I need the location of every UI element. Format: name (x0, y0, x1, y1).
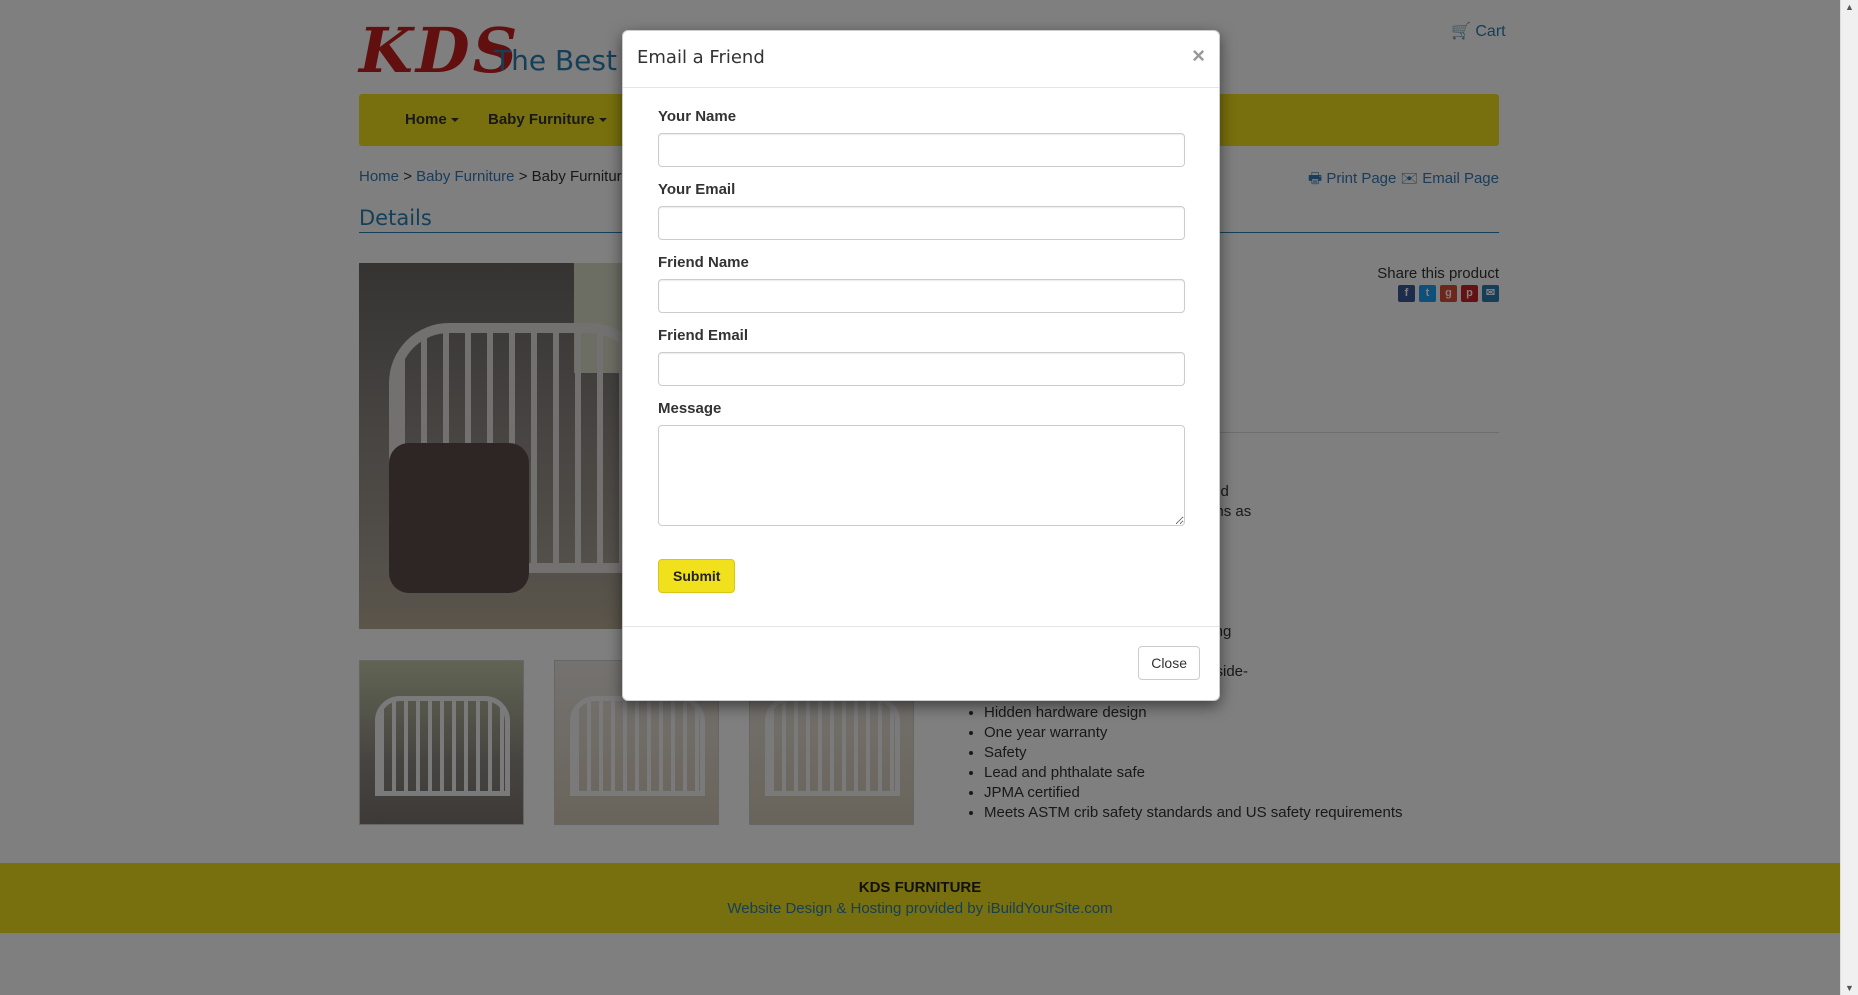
your-email-input[interactable] (658, 206, 1185, 240)
email-friend-modal: Email a Friend × Your Name Your Email Fr… (622, 30, 1220, 701)
friend-email-input[interactable] (658, 352, 1185, 386)
your-name-label: Your Name (658, 108, 737, 125)
modal-footer: Close (623, 626, 1219, 700)
friend-name-label: Friend Name (658, 254, 749, 271)
modal-title: Email a Friend (637, 47, 765, 68)
your-name-input[interactable] (658, 133, 1185, 167)
modal-body: Your Name Your Email Friend Name Friend … (623, 88, 1219, 593)
message-label: Message (658, 400, 722, 417)
form-group: Your Email (658, 181, 1185, 240)
friend-email-label: Friend Email (658, 327, 749, 344)
scrollbar[interactable]: ▲ ▼ (1840, 0, 1858, 995)
close-icon[interactable]: × (1192, 43, 1205, 69)
scroll-down-icon[interactable]: ▼ (1845, 983, 1854, 993)
form-group: Friend Name (658, 254, 1185, 313)
form-group: Your Name (658, 108, 1185, 167)
message-textarea[interactable] (658, 425, 1185, 526)
scroll-up-icon[interactable]: ▲ (1845, 2, 1854, 12)
close-button[interactable]: Close (1138, 646, 1200, 680)
modal-header: Email a Friend × (623, 31, 1219, 88)
your-email-label: Your Email (658, 181, 736, 198)
form-group: Friend Email (658, 327, 1185, 386)
form-group: Message (658, 400, 1185, 529)
friend-name-input[interactable] (658, 279, 1185, 313)
submit-button[interactable]: Submit (658, 559, 736, 593)
